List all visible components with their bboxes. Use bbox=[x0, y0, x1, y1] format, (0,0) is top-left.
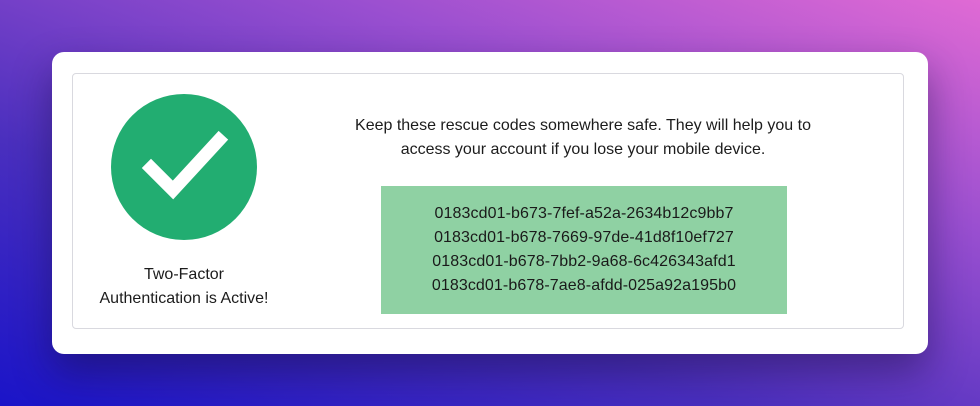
instructions-line1: Keep these rescue codes somewhere safe. … bbox=[355, 117, 811, 134]
rescue-codes-box: 0183cd01-b673-7fef-a52a-2634b12c9bb7 018… bbox=[381, 186, 787, 314]
rescue-code: 0183cd01-b678-7bb2-9a68-6c426343afd1 bbox=[432, 253, 736, 270]
rescue-codes-instructions: Keep these rescue codes somewhere safe. … bbox=[337, 114, 829, 162]
two-factor-status: Two-Factor Authentication is Active! bbox=[89, 94, 279, 311]
instructions-line2: access your account if you lose your mob… bbox=[400, 141, 766, 158]
rescue-code: 0183cd01-b678-7ae8-afdd-025a92a195b0 bbox=[431, 277, 737, 294]
rescue-code: 0183cd01-b673-7fef-a52a-2634b12c9bb7 bbox=[434, 205, 734, 222]
status-label-line2: Authentication is Active! bbox=[99, 290, 269, 307]
two-factor-card: Two-Factor Authentication is Active! Kee… bbox=[52, 52, 928, 354]
rescue-code: 0183cd01-b678-7669-97de-41d8f10ef727 bbox=[434, 229, 734, 246]
two-factor-panel: Two-Factor Authentication is Active! Kee… bbox=[72, 73, 904, 329]
status-label-line1: Two-Factor bbox=[143, 266, 224, 283]
check-icon bbox=[111, 94, 257, 240]
status-label: Two-Factor Authentication is Active! bbox=[89, 263, 279, 311]
